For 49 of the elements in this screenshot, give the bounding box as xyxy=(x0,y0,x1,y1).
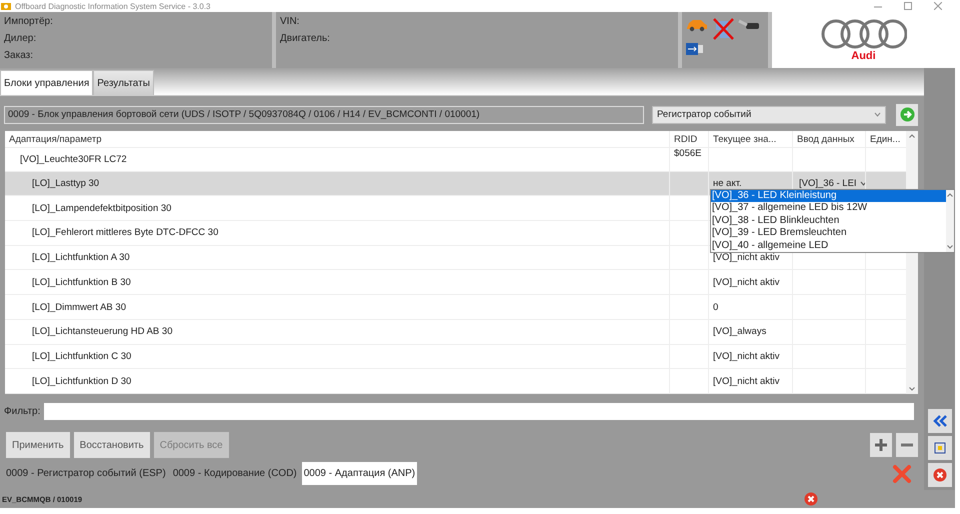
close-button[interactable] xyxy=(928,463,952,487)
close-icon xyxy=(932,468,946,482)
table-cell: [LO]_Lasttyp 30 xyxy=(5,172,669,196)
action-button[interactable]: Восстановить xyxy=(74,432,150,458)
error-icon xyxy=(804,492,818,506)
key-icon xyxy=(738,18,760,32)
scroll-up-icon[interactable] xyxy=(909,134,915,138)
window-title: Offboard Diagnostic Information System Service - 3.0.3 xyxy=(15,2,210,10)
dropdown-option[interactable]: [VO]_36 - LED Kleinleistung xyxy=(711,190,946,202)
network-disconnected-icon xyxy=(712,18,734,40)
car-icon xyxy=(686,18,708,32)
action-button[interactable]: Применить xyxy=(6,432,70,458)
close-icon[interactable] xyxy=(934,2,942,10)
info-label: Дилер: xyxy=(4,33,38,45)
usb-icon xyxy=(686,43,704,55)
info-label: Двигатель: xyxy=(280,33,331,45)
scroll-up-icon[interactable] xyxy=(947,193,953,197)
logo-text: Audi xyxy=(851,50,876,62)
column-header: RDID xyxy=(669,131,708,148)
maximize-icon[interactable] xyxy=(904,2,912,10)
info-label: VIN: xyxy=(280,16,300,28)
filter-label: Фильтр: xyxy=(4,406,40,418)
column-header: Ввод данных xyxy=(792,131,865,148)
caret-icon xyxy=(874,112,881,117)
info-label: Заказ: xyxy=(4,50,34,62)
module-field: 0009 - Блок управления бортовой сети (UDS / ISOTP / 5Q0937084Q / 0106 / H14 / EV_BCMCONTI / 010001) xyxy=(4,106,644,124)
back-button[interactable] xyxy=(928,409,952,433)
app-icon xyxy=(1,2,11,10)
double-chevron-icon xyxy=(932,415,946,427)
tab[interactable]: Блоки управления xyxy=(0,70,94,95)
column-header: Адаптация/параметр xyxy=(8,133,102,147)
go-button[interactable] xyxy=(896,104,918,126)
plus-icon xyxy=(874,438,888,452)
function-tab[interactable]: 0009 - Адаптация (ANP) xyxy=(302,462,418,485)
frame-icon xyxy=(932,441,946,455)
function-select[interactable]: Регистратор событий xyxy=(652,106,886,124)
column-header: Текущее зна... xyxy=(708,131,792,148)
filter-field[interactable] xyxy=(44,403,914,420)
dropdown-scrollbar[interactable] xyxy=(946,190,954,252)
scroll-down-icon[interactable] xyxy=(909,387,915,391)
function-tab[interactable]: 0009 - Регистратор событий (ESP) xyxy=(4,462,168,485)
scroll-down-icon[interactable] xyxy=(947,245,953,249)
function-tab[interactable]: 0009 - Кодирование (COD) xyxy=(170,462,299,485)
rings-icon xyxy=(820,18,906,50)
info-label: Импортёр: xyxy=(4,16,54,28)
add-button[interactable] xyxy=(870,433,892,457)
screenshot-button[interactable] xyxy=(928,436,952,460)
remove-button[interactable] xyxy=(896,433,918,457)
tab[interactable]: Результаты xyxy=(93,70,154,95)
